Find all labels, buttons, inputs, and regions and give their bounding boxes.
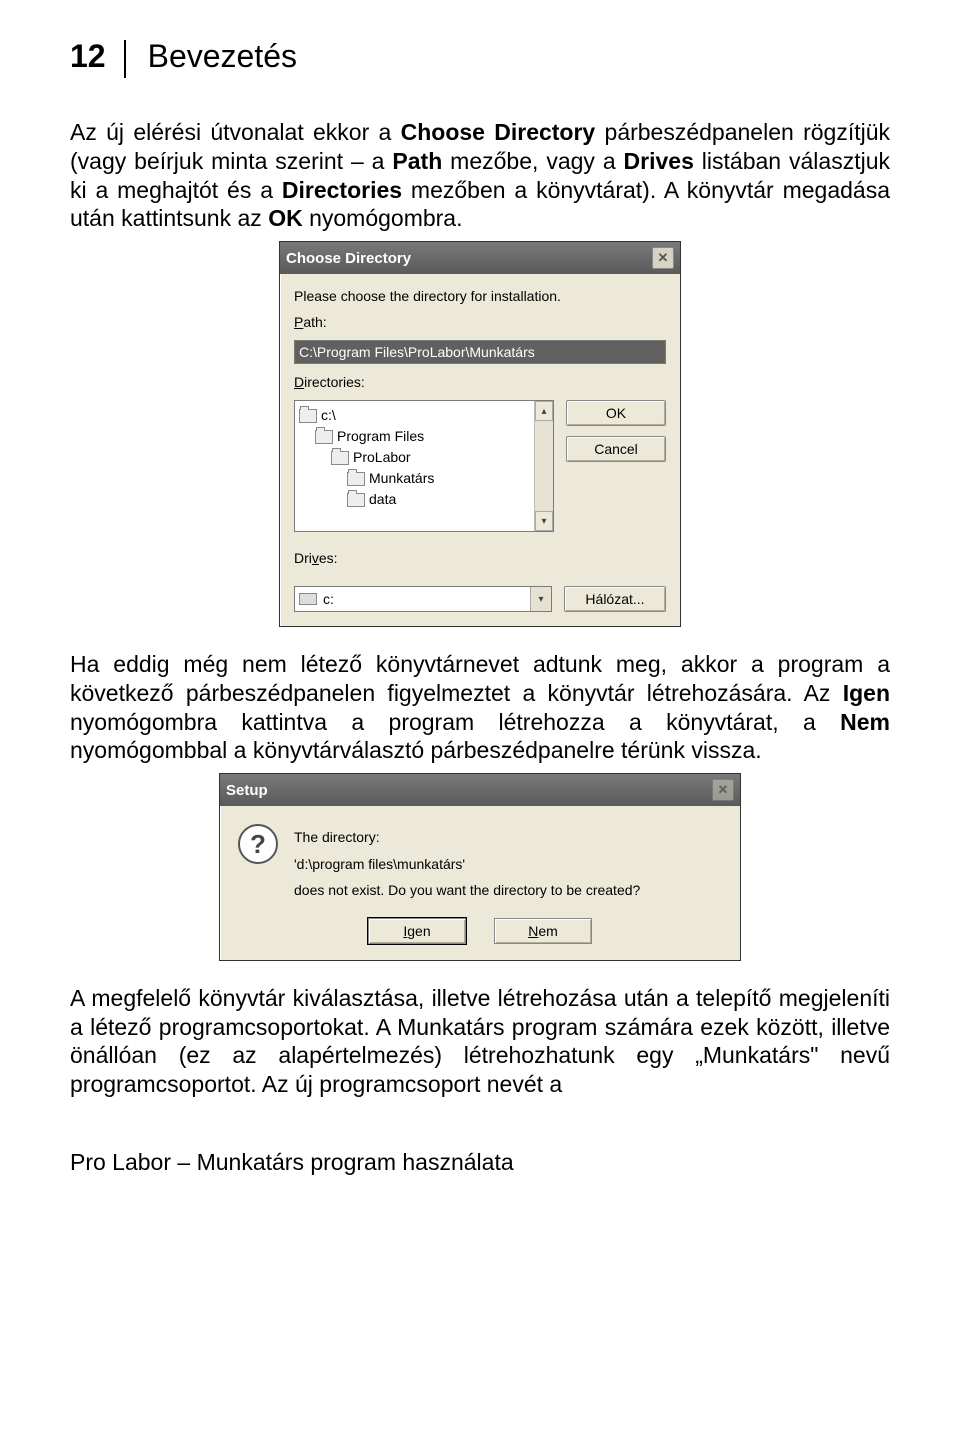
page-header: 12 Bevezetés [70,40,890,78]
close-icon[interactable]: ✕ [652,247,674,269]
text-bold: Drives [624,148,694,174]
label-text: Dri [294,550,312,566]
directories-listbox[interactable]: c:\ Program Files ProLabor Munkatárs dat… [294,400,554,532]
folder-open-icon [331,451,349,465]
path-label: Path: [294,314,666,330]
list-item-label: Munkatárs [369,468,434,489]
text-bold: Nem [840,709,890,735]
yes-button[interactable]: Igen [368,918,466,944]
ok-button[interactable]: OK [566,400,666,426]
paragraph-2: Ha eddig még nem létező könyvtárnevet ad… [70,650,890,765]
page-number: 12 [70,40,126,78]
button-label: gen [407,923,430,939]
list-item[interactable]: ProLabor [297,447,532,468]
dialog-title: Setup [226,782,268,799]
path-input[interactable]: C:\Program Files\ProLabor\Munkatárs [294,340,666,364]
cancel-button[interactable]: Cancel [566,436,666,462]
label-text: ath: [303,314,326,330]
close-icon: ✕ [712,779,734,801]
drives-value: c: [323,591,334,607]
folder-open-icon [299,409,317,423]
list-item-label: Program Files [337,426,424,447]
text-bold: Path [392,148,442,174]
no-button[interactable]: Nem [494,918,592,944]
list-item[interactable]: Program Files [297,426,532,447]
list-item-label: c:\ [321,405,336,426]
accelerator: D [294,374,304,390]
list-item[interactable]: Munkatárs [297,468,532,489]
chevron-down-icon[interactable]: ▾ [530,587,551,611]
chapter-title: Bevezetés [126,40,297,72]
text: Az új elérési útvonalat ekkor a [70,119,401,145]
scrollbar[interactable]: ▴ ▾ [534,401,553,531]
folder-open-icon [315,430,333,444]
folder-open-icon [347,472,365,486]
list-item-label: ProLabor [353,447,411,468]
accelerator: N [528,923,538,939]
dialog-titlebar[interactable]: Choose Directory ✕ [280,242,680,274]
text: Ha eddig még nem létező könyvtárnevet ad… [70,651,890,706]
drives-combobox[interactable]: c: ▾ [294,586,552,612]
drive-icon [299,593,317,605]
message-line: 'd:\program files\munkatárs' [294,851,722,878]
text-bold: Choose Directory [401,119,596,145]
text-bold: OK [268,205,303,231]
dialog-title: Choose Directory [286,250,411,267]
button-label: em [538,923,557,939]
list-item[interactable]: c:\ [297,405,532,426]
dialog-message: The directory: 'd:\program files\munkatá… [294,824,722,904]
question-icon: ? [238,824,278,864]
text-bold: Directories [282,177,402,203]
text: nyomógombbal a könyvtárválasztó párbeszé… [70,737,762,763]
dialog-instruction: Please choose the directory for installa… [294,288,666,304]
setup-confirm-dialog: Setup ✕ ? The directory: 'd:\program fil… [219,773,741,961]
list-item-label: data [369,489,396,510]
text: mezőbe, vagy a [442,148,623,174]
directories-label: Directories: [294,374,666,390]
drives-label: Drives: [294,550,666,566]
accelerator: v [312,550,319,566]
choose-directory-dialog: Choose Directory ✕ Please choose the dir… [279,241,681,627]
page-footer: Pro Labor – Munkatárs program használata [70,1149,890,1176]
message-line: does not exist. Do you want the director… [294,877,722,904]
paragraph-1: Az új elérési útvonalat ekkor a Choose D… [70,118,890,233]
accelerator: P [294,314,303,330]
text-bold: Igen [843,680,890,706]
folder-icon [347,493,365,507]
scroll-down-icon[interactable]: ▾ [535,511,553,531]
scroll-up-icon[interactable]: ▴ [535,401,553,421]
message-line: The directory: [294,824,722,851]
text: nyomógombra. [303,205,463,231]
network-button[interactable]: Hálózat... [564,586,666,612]
label-text: es: [319,550,338,566]
dialog-titlebar[interactable]: Setup ✕ [220,774,740,806]
list-item[interactable]: data [297,489,532,510]
paragraph-3: A megfelelő könyvtár kiválasztása, illet… [70,984,890,1099]
label-text: irectories: [304,374,365,390]
text: nyomógombra kattintva a program létrehoz… [70,709,840,735]
